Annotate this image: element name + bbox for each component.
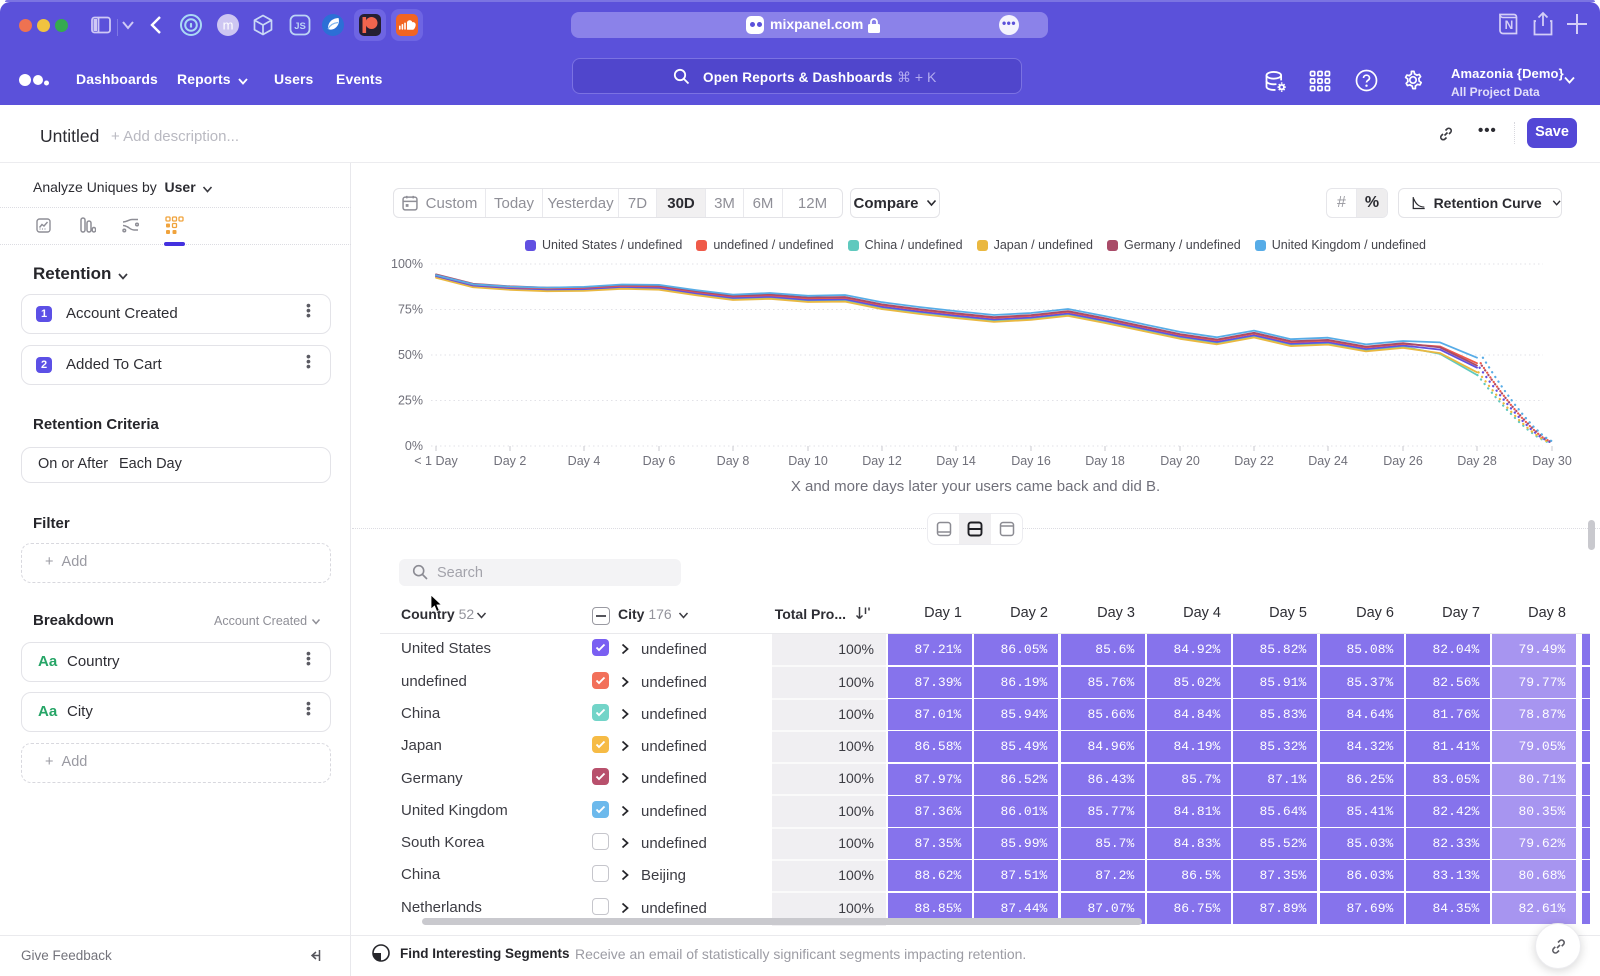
- svg-text:Day 14: Day 14: [936, 454, 976, 468]
- svg-text:Day 8: Day 8: [717, 454, 750, 468]
- svg-text:0%: 0%: [405, 439, 423, 453]
- svg-text:75%: 75%: [398, 303, 423, 317]
- svg-text:Day 18: Day 18: [1085, 454, 1125, 468]
- svg-text:100%: 100%: [391, 257, 423, 271]
- svg-text:N: N: [1505, 18, 1514, 32]
- svg-text:Day 22: Day 22: [1234, 454, 1274, 468]
- svg-text:Day 26: Day 26: [1383, 454, 1423, 468]
- svg-text:25%: 25%: [398, 394, 423, 408]
- svg-text:Day 24: Day 24: [1308, 454, 1348, 468]
- svg-text:Day 4: Day 4: [568, 454, 601, 468]
- svg-text:JS: JS: [294, 21, 306, 32]
- svg-text:Day 6: Day 6: [643, 454, 676, 468]
- svg-text:Day 10: Day 10: [788, 454, 828, 468]
- svg-text:< 1 Day: < 1 Day: [414, 454, 458, 468]
- svg-text:Day 30: Day 30: [1532, 454, 1572, 468]
- svg-text:Day 12: Day 12: [862, 454, 902, 468]
- svg-text:50%: 50%: [398, 348, 423, 362]
- svg-text:Day 28: Day 28: [1457, 454, 1497, 468]
- svg-text:Day 2: Day 2: [494, 454, 527, 468]
- svg-text:Day 20: Day 20: [1160, 454, 1200, 468]
- svg-text:m: m: [223, 18, 234, 33]
- svg-text:Day 16: Day 16: [1011, 454, 1051, 468]
